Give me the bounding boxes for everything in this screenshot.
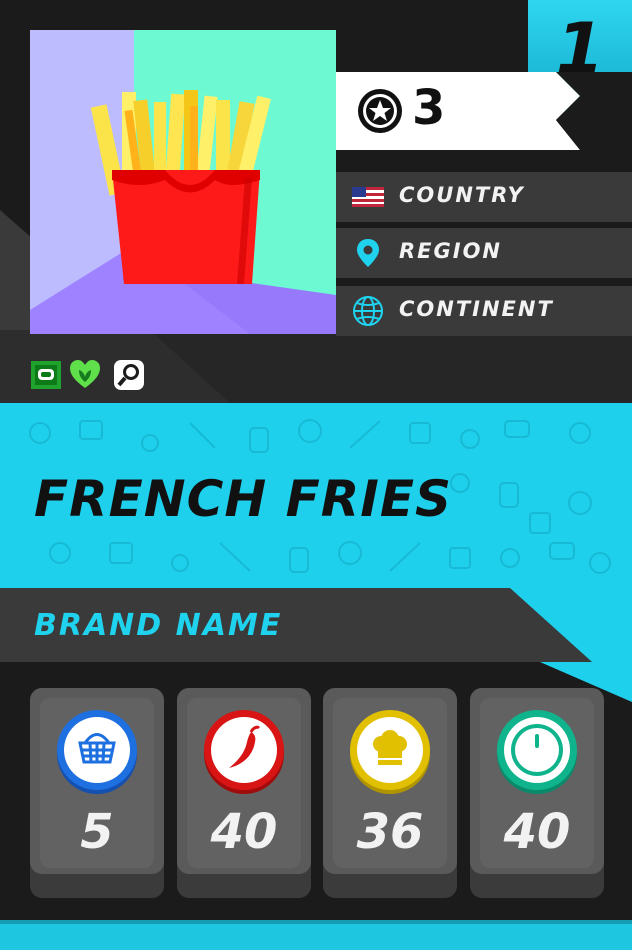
spice-value: 40 bbox=[210, 804, 278, 860]
country-row: COUNTRY bbox=[336, 172, 632, 222]
us-flag-icon bbox=[352, 187, 384, 207]
region-row: REGION bbox=[336, 228, 632, 278]
chat-icon[interactable] bbox=[30, 358, 64, 392]
timer-icon bbox=[497, 710, 577, 794]
country-label: COUNTRY bbox=[399, 183, 525, 207]
chili-icon bbox=[204, 710, 284, 794]
bottom-accent-bar bbox=[0, 924, 632, 950]
chef-value: 36 bbox=[356, 804, 424, 860]
star-circle-icon bbox=[358, 89, 402, 133]
map-pin-icon bbox=[357, 239, 379, 267]
stat-basket: 5 bbox=[30, 688, 164, 898]
stat-chef: 36 bbox=[323, 688, 457, 898]
continent-label: CONTINENT bbox=[399, 297, 554, 321]
globe-icon bbox=[353, 296, 383, 326]
food-title: FRENCH FRIES bbox=[34, 470, 453, 528]
food-photo bbox=[30, 30, 336, 334]
chef-hat-icon bbox=[350, 710, 430, 794]
rating-value: 3 bbox=[412, 80, 446, 136]
stat-time: 40 bbox=[470, 688, 604, 898]
time-value: 40 bbox=[503, 804, 571, 860]
basket-icon bbox=[57, 710, 137, 794]
search-icon[interactable] bbox=[112, 358, 146, 392]
continent-row: CONTINENT bbox=[336, 286, 632, 336]
food-card: 1 3 COUNTRY REGION CONTINENT FRENCH FRIE… bbox=[0, 0, 632, 950]
region-label: REGION bbox=[399, 239, 502, 263]
basket-value: 5 bbox=[80, 804, 114, 860]
brand-name: BRAND NAME bbox=[34, 608, 283, 643]
vegan-heart-icon[interactable] bbox=[68, 358, 102, 392]
stat-spice: 40 bbox=[177, 688, 311, 898]
